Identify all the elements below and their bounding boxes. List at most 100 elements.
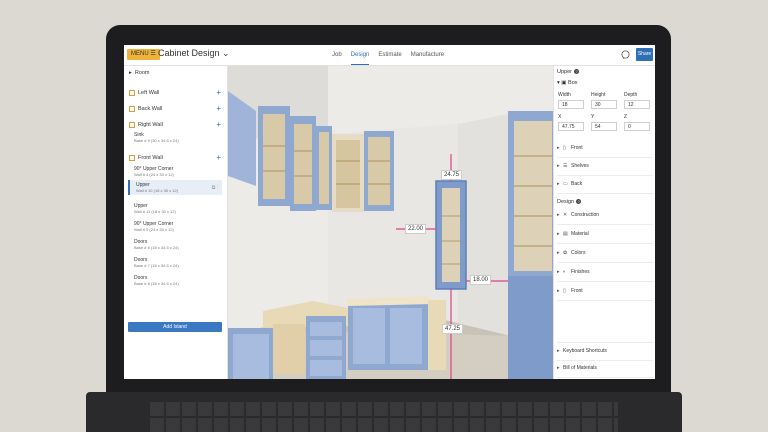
width-input[interactable]: 18 [558, 100, 584, 109]
info-icon[interactable]: ? [573, 69, 579, 75]
row-label: Bill of Materials [563, 365, 597, 371]
row-design-front[interactable]: ▸ ▯ Front [557, 283, 653, 301]
item-subtitle: Base # 7 (18 x 34.5 x 24) [134, 263, 179, 268]
info-icon[interactable]: ? [576, 199, 582, 205]
tab-design[interactable]: Design [350, 45, 370, 65]
box-header[interactable]: ▾ ▣ Box [557, 80, 578, 86]
dimension-label-right[interactable]: 18.00 [470, 275, 492, 285]
list-item-selected[interactable]: Upper Wall # 10 (18 x 30 x 12) ⧉ ⋮ [128, 180, 222, 195]
properties-panel: Upper? ▾ ▣ Box Width Height Depth 18 30 … [553, 66, 655, 379]
item-subtitle: Base # 8 (18 x 34.5 x 24) [134, 281, 179, 286]
material-icon: ▤ [563, 231, 568, 237]
chat-icon[interactable] [621, 50, 630, 59]
panel-title: Upper? [557, 69, 579, 75]
list-item[interactable]: Doors Base # 8 (18 x 34.5 x 24) [134, 275, 220, 286]
room-label: Room [134, 70, 150, 76]
row-material[interactable]: ▸ ▤ Material [557, 226, 653, 244]
row-back[interactable]: ▸ ▭ Back [557, 176, 653, 194]
wall-square-icon [129, 122, 135, 128]
construction-icon: ✕ [563, 212, 568, 218]
tab-estimate[interactable]: Estimate [378, 45, 401, 64]
tab-manufacture[interactable]: Manufacture [411, 45, 444, 64]
add-icon[interactable]: + [216, 88, 221, 97]
copy-icon[interactable]: ⧉ ⋮ [212, 185, 218, 191]
front-icon: ▯ [563, 288, 566, 294]
room-render [228, 66, 553, 379]
y-input[interactable]: 54 [591, 122, 617, 131]
list-item[interactable]: Doors Base # 6 (18 x 34.5 x 24) [134, 239, 220, 250]
row-label: Back [571, 181, 583, 187]
x-input[interactable]: 47.75 [558, 122, 584, 131]
section-front-wall[interactable]: Front Wall + [129, 153, 221, 162]
list-item[interactable]: Doors Base # 7 (18 x 34.5 x 24) [134, 257, 220, 268]
design-header: Design? [557, 199, 582, 205]
row-label: Front [571, 288, 583, 294]
row-finishes[interactable]: ▸ ◐ Finishes [557, 264, 653, 282]
left-panel: ▸ Room Left Wall + Back Wall + Right Wal… [124, 66, 228, 379]
item-subtitle: Base # 9 (30 x 34.5 x 24) [134, 138, 179, 143]
depth-input[interactable]: 12 [624, 100, 650, 109]
menu-button[interactable]: MENU ☰ [127, 49, 160, 60]
height-label: Height [591, 92, 606, 98]
row-label: Keyboard Shortcuts [563, 348, 607, 354]
app-screen: MENU ☰ Cabinet Design ⌄ Job Design Estim… [124, 45, 655, 379]
section-label: Front Wall [138, 155, 163, 161]
front-icon: ▯ [563, 145, 566, 151]
wall-square-icon [129, 155, 135, 161]
section-right-wall[interactable]: Right Wall + [129, 120, 221, 129]
app-title[interactable]: Cabinet Design ⌄ [158, 48, 230, 59]
add-icon[interactable]: + [216, 104, 221, 113]
row-front[interactable]: ▸ ▯ Front [557, 140, 653, 158]
row-label: Material [571, 231, 589, 237]
panel-title-text: Upper [557, 69, 572, 75]
row-label: Shelves [571, 163, 589, 169]
row-colors[interactable]: ▸ ✿ Colors [557, 245, 653, 263]
row-label: Colors [571, 250, 586, 256]
dimension-label-bottom[interactable]: 47.25 [442, 324, 464, 334]
item-subtitle: Base # 6 (18 x 34.5 x 24) [134, 245, 179, 250]
depth-label: Depth [624, 92, 638, 98]
row-keyboard-shortcuts[interactable]: ▸ Keyboard Shortcuts [557, 342, 653, 361]
shelves-icon: ☰ [563, 163, 568, 169]
design-label: Design [557, 199, 575, 205]
height-input[interactable]: 30 [591, 100, 617, 109]
finishes-icon: ◐ [563, 269, 567, 275]
row-shelves[interactable]: ▸ ☰ Shelves [557, 158, 653, 176]
box-label: Box [568, 80, 578, 86]
row-label: Finishes [571, 269, 590, 275]
share-button[interactable]: Share [636, 48, 653, 61]
dimension-label-top[interactable]: 24.75 [441, 170, 463, 180]
section-label: Right Wall [138, 122, 163, 128]
z-input[interactable]: 0 [624, 122, 650, 131]
back-icon: ▭ [563, 181, 568, 187]
top-bar: MENU ☰ Cabinet Design ⌄ Job Design Estim… [124, 45, 655, 66]
add-island-button[interactable]: Add Island [128, 322, 222, 332]
section-back-wall[interactable]: Back Wall + [129, 104, 221, 113]
item-subtitle: Wall # 10 (18 x 30 x 12) [136, 188, 179, 193]
item-subtitle: Wall # 5 (24 x 30 x 12) [134, 227, 174, 232]
item-subtitle: Wall # 11 (18 x 30 x 12) [134, 209, 176, 214]
main-tabs: Job Design Estimate Manufacture [332, 45, 444, 65]
wall-square-icon [129, 90, 135, 96]
add-icon[interactable]: + [216, 153, 221, 162]
add-icon[interactable]: + [216, 120, 221, 129]
section-label: Back Wall [138, 106, 163, 112]
wall-square-icon [129, 106, 135, 112]
colors-icon: ✿ [563, 250, 568, 256]
row-construction[interactable]: ▸ ✕ Construction [557, 207, 653, 225]
section-left-wall[interactable]: Left Wall + [129, 88, 221, 97]
list-item[interactable]: 90° Upper Corner Wall # 5 (24 x 30 x 12) [134, 221, 220, 232]
row-label: Front [571, 145, 583, 151]
tab-job[interactable]: Job [332, 45, 342, 64]
list-item[interactable]: Upper Wall # 11 (18 x 30 x 12) [134, 203, 220, 214]
dimension-label-left[interactable]: 22.00 [405, 224, 427, 234]
3d-viewport[interactable]: 24.75 22.00 18.00 47.25 [228, 66, 553, 379]
row-bill-of-materials[interactable]: ▸ Bill of Materials [557, 360, 653, 378]
box-icon: ▣ [561, 80, 567, 86]
x-label: X [558, 114, 562, 120]
list-item[interactable]: 90° Upper Corner Wall # 4 (24 x 30 x 12) [134, 166, 220, 177]
item-subtitle: Wall # 4 (24 x 30 x 12) [134, 172, 174, 177]
z-label: Z [624, 114, 628, 120]
room-row[interactable]: ▸ Room [129, 70, 150, 76]
list-item[interactable]: Sink Base # 9 (30 x 34.5 x 24) [134, 132, 220, 143]
